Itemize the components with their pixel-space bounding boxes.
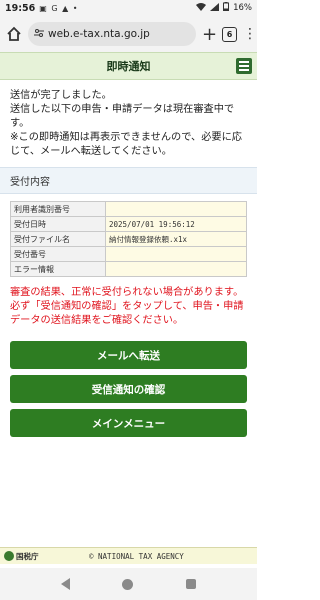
- nta-seal-icon: [4, 551, 14, 561]
- row-label: 受付日時: [10, 216, 106, 232]
- status-time: 19:56: [5, 2, 36, 14]
- android-nav-bar: [0, 568, 257, 600]
- logo-text: 国税庁: [16, 551, 39, 561]
- menu-icon[interactable]: [236, 58, 252, 74]
- row-value: 2025/07/01 19:56:12: [105, 216, 247, 232]
- message-line: 送信した以下の申告・申請データは現在審査中です。: [10, 104, 235, 129]
- message-line: ※この即時通知は再表示できませんので、必要に応じて、メールへ転送してください。: [10, 132, 242, 157]
- forward-email-button[interactable]: メールへ転送: [10, 341, 247, 369]
- section-title: 受付内容: [0, 167, 257, 194]
- row-value: [105, 246, 247, 262]
- home-button-icon[interactable]: [122, 578, 134, 590]
- recents-icon[interactable]: [185, 579, 196, 589]
- new-tab-icon[interactable]: +: [202, 24, 217, 45]
- more-options-icon[interactable]: ⋮: [243, 26, 257, 42]
- url-field[interactable]: web.e-tax.nta.go.jp: [28, 22, 196, 46]
- footer: 国税庁 © NATIONAL TAX AGENCY: [0, 547, 257, 564]
- browser-toolbar: web.e-tax.nta.go.jp + 6 ⋮: [0, 16, 257, 52]
- nta-logo: 国税庁: [0, 551, 89, 562]
- table-row: 受付番号: [10, 246, 247, 262]
- row-label: エラー情報: [10, 261, 106, 277]
- wifi-icon: [196, 2, 207, 14]
- tab-switcher-button[interactable]: 6: [222, 26, 237, 42]
- receipt-table: 利用者識別番号 受付日時 2025/07/01 19:56:12 受付ファイル名…: [10, 201, 247, 277]
- table-row: 利用者識別番号: [10, 201, 247, 217]
- site-settings-icon[interactable]: [34, 28, 44, 41]
- row-label: 受付番号: [10, 246, 106, 262]
- warning-message: 審査の結果、正常に受付られない場合があります。 必ず「受信通知の確認」をタップし…: [0, 277, 257, 328]
- battery-icon: [223, 2, 230, 14]
- status-right: 16%: [196, 2, 252, 14]
- home-icon[interactable]: [6, 26, 22, 42]
- main-menu-button[interactable]: メインメニュー: [10, 409, 247, 437]
- table-row: 受付日時 2025/07/01 19:56:12: [10, 216, 247, 232]
- warning-line: 審査の結果、正常に受付られない場合があります。: [10, 287, 244, 298]
- completion-message: 送信が完了しました。 送信した以下の申告・申請データは現在審査中です。 ※この即…: [0, 80, 257, 167]
- battery-percent: 16%: [233, 3, 252, 13]
- page-title: 即時通知: [106, 60, 151, 73]
- copyright: © NATIONAL TAX AGENCY: [89, 551, 184, 561]
- page-header: 即時通知: [0, 52, 257, 80]
- url-text: web.e-tax.nta.go.jp: [48, 28, 150, 40]
- signal-icon: [210, 2, 220, 14]
- row-value: [105, 261, 247, 277]
- row-value: 納付情報登録依頼.x1x: [105, 231, 247, 247]
- back-icon[interactable]: [61, 578, 71, 590]
- notification-icons: ▣ G ▲ •: [39, 3, 79, 13]
- table-row: 受付ファイル名 納付情報登録依頼.x1x: [10, 231, 247, 247]
- check-receipt-button[interactable]: 受信通知の確認: [10, 375, 247, 403]
- warning-line: 必ず「受信通知の確認」をタップして、申告・申請データの送信結果をご確認ください。: [10, 301, 244, 326]
- table-row: エラー情報: [10, 261, 247, 277]
- row-label: 受付ファイル名: [10, 231, 106, 247]
- row-value: [105, 201, 247, 217]
- row-label: 利用者識別番号: [10, 201, 106, 217]
- status-bar: 19:56 ▣ G ▲ • 16%: [0, 0, 257, 16]
- message-line: 送信が完了しました。: [10, 90, 112, 101]
